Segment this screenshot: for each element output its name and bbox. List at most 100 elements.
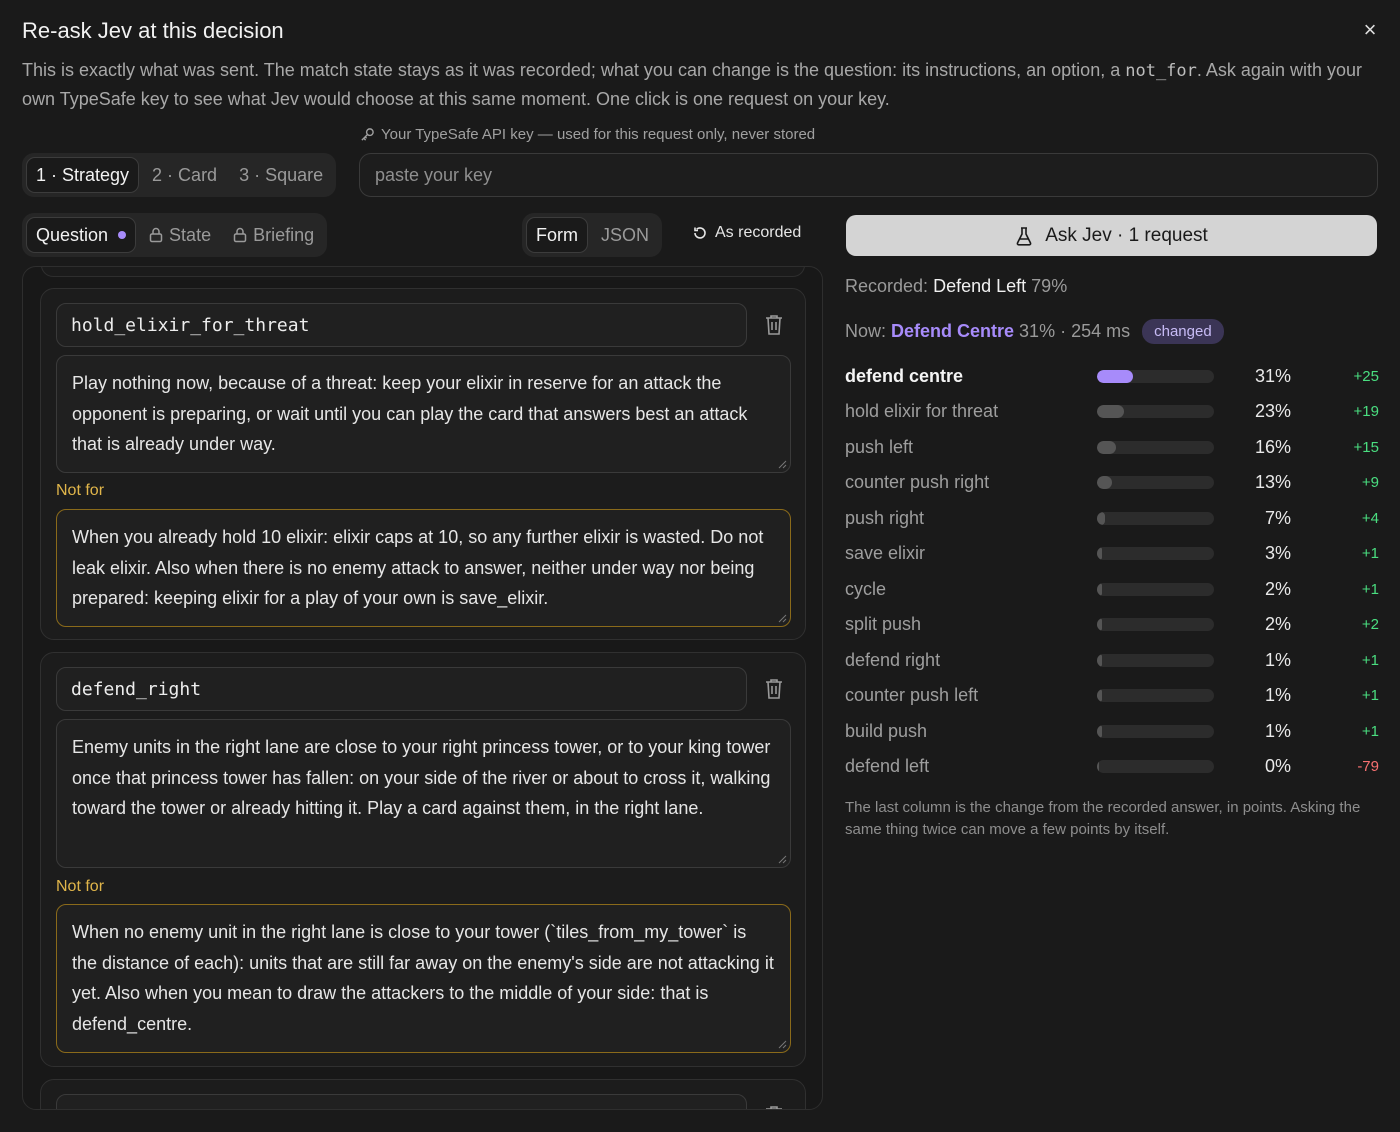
tab-state[interactable]: State <box>140 217 220 253</box>
delta-value: +1 <box>1361 722 1379 740</box>
description-text: This is exactly what was sent. The match… <box>22 60 1126 80</box>
now-choice: Defend Centre <box>891 321 1015 341</box>
changed-badge: changed <box>1142 319 1224 344</box>
reask-dialog: Re-ask Jev at this decision × This is ex… <box>0 0 1400 1132</box>
probability-bar <box>1097 653 1214 667</box>
resize-grip-icon[interactable] <box>777 1039 787 1049</box>
resize-grip-icon[interactable] <box>777 613 787 623</box>
now-line: Now: Defend Centre 31% · 254 ms changed <box>845 319 1224 344</box>
probability-value: 23% <box>1254 401 1291 421</box>
resize-grip-icon[interactable] <box>777 459 787 469</box>
option-name-input[interactable]: hold_elixir_for_threat <box>56 303 747 347</box>
probability-bar-fill <box>1097 405 1124 418</box>
probability-value: 0% <box>1264 756 1291 776</box>
probability-bar-fill <box>1097 547 1102 560</box>
probability-value: 16% <box>1254 436 1291 457</box>
probability-bar <box>1097 440 1214 454</box>
option-label: defend centre <box>845 365 964 386</box>
tab-state-label: State <box>169 224 212 245</box>
probability-bar <box>1097 476 1214 489</box>
option-label: defend right <box>845 649 941 670</box>
option-name-input[interactable] <box>56 1094 747 1109</box>
delta-value: +4 <box>1361 509 1379 527</box>
now-meta: 31% · 254 ms <box>1019 321 1131 341</box>
delta-value: +1 <box>1361 580 1379 598</box>
probability-value: 3% <box>1264 543 1291 563</box>
option-label: counter push right <box>845 472 990 492</box>
tab-form[interactable]: Form <box>526 217 588 253</box>
tab-question[interactable]: Question <box>26 217 137 253</box>
probability-row: save elixir 3% +1 <box>845 541 1380 567</box>
probability-bar-fill <box>1097 511 1105 525</box>
api-key-input[interactable] <box>359 153 1378 197</box>
probability-row: hold elixir for threat 23% +19 <box>845 399 1380 425</box>
results-footnote: The last column is the change from the r… <box>845 799 1361 838</box>
resize-grip-icon[interactable] <box>777 854 787 864</box>
reset-as-recorded-button[interactable]: As recorded <box>692 224 801 242</box>
option-label: save elixir <box>845 543 926 563</box>
probability-bar <box>1097 405 1214 418</box>
delta-value: +1 <box>1361 687 1379 704</box>
now-label: Now: <box>845 321 887 341</box>
trash-icon[interactable] <box>763 677 785 701</box>
question-form-panel[interactable]: hold_elixir_for_threat Play nothing now,… <box>22 266 823 1110</box>
probability-row: push left 16% +15 <box>845 434 1380 460</box>
not-for-textarea[interactable]: When you already hold 10 elixir: elixir … <box>56 509 791 627</box>
key-icon <box>361 128 374 141</box>
probability-row: defend left 0% -79 <box>845 754 1380 780</box>
probability-bar <box>1097 760 1214 773</box>
recorded-label: Recorded: <box>845 276 929 296</box>
option-description-textarea[interactable]: Play nothing now, because of a threat: k… <box>56 355 791 473</box>
probability-value: 7% <box>1264 507 1291 528</box>
not-for-text: When no enemy unit in the right lane is … <box>72 922 774 1035</box>
modified-dot-icon <box>118 231 127 239</box>
ask-jev-label: Ask Jev · 1 request <box>1045 224 1208 246</box>
probability-row: counter push right 13% +9 <box>845 470 1380 496</box>
not-for-label: Not for <box>56 878 105 895</box>
option-name-input[interactable]: defend_right <box>56 667 747 711</box>
probability-value: 2% <box>1264 614 1291 634</box>
trash-icon[interactable] <box>763 1104 785 1110</box>
probability-bar <box>1097 369 1214 383</box>
dialog-title: Re-ask Jev at this decision <box>22 18 284 43</box>
probability-row: split push 2% +2 <box>845 612 1380 638</box>
close-icon[interactable]: × <box>1356 16 1384 44</box>
not-for-textarea[interactable]: When no enemy unit in the right lane is … <box>56 904 791 1053</box>
probability-value: 2% <box>1264 578 1291 599</box>
tab-briefing-label: Briefing <box>253 224 315 245</box>
delta-value: +25 <box>1353 367 1379 385</box>
tab-square[interactable]: 3 · Square <box>230 157 332 193</box>
probability-row: push right 7% +4 <box>845 505 1380 531</box>
tab-strategy[interactable]: 1 · Strategy <box>26 157 140 193</box>
probability-bar-fill <box>1097 369 1133 383</box>
probability-bar-fill <box>1097 653 1102 667</box>
probability-bar-fill <box>1097 724 1102 738</box>
lock-icon <box>149 227 163 243</box>
probability-bar-fill <box>1097 582 1102 596</box>
probability-bar <box>1097 582 1214 596</box>
flask-icon <box>1016 226 1032 246</box>
delta-value: +19 <box>1353 403 1379 420</box>
option-description-textarea[interactable]: Enemy units in the right lane are close … <box>56 719 791 868</box>
option-label: push right <box>845 507 925 528</box>
option-card: hold_elixir_for_threat Play nothing now,… <box>40 288 806 640</box>
ask-jev-button[interactable]: Ask Jev · 1 request <box>846 215 1377 256</box>
reset-label: As recorded <box>715 224 802 241</box>
lock-icon <box>233 227 247 243</box>
tab-json[interactable]: JSON <box>592 217 658 253</box>
delta-value: +9 <box>1361 474 1379 491</box>
probability-bar-fill <box>1097 476 1112 489</box>
tab-briefing[interactable]: Briefing <box>224 217 323 253</box>
section-tabs: Question State Briefing <box>22 213 328 257</box>
probability-value: 1% <box>1264 720 1291 741</box>
probability-row: build push 1% +1 <box>845 718 1380 744</box>
probability-bar-fill <box>1097 689 1102 702</box>
option-card: defend_right Enemy units in the right la… <box>40 652 806 1067</box>
description-code: not_for <box>1125 61 1197 81</box>
tab-card[interactable]: 2 · Card <box>143 157 226 193</box>
trash-icon[interactable] <box>763 313 785 337</box>
probability-value: 13% <box>1254 472 1291 492</box>
probability-bar-fill <box>1097 760 1099 773</box>
probability-bar <box>1097 689 1214 702</box>
recorded-line: Recorded: Defend Left 79% <box>845 276 1067 297</box>
